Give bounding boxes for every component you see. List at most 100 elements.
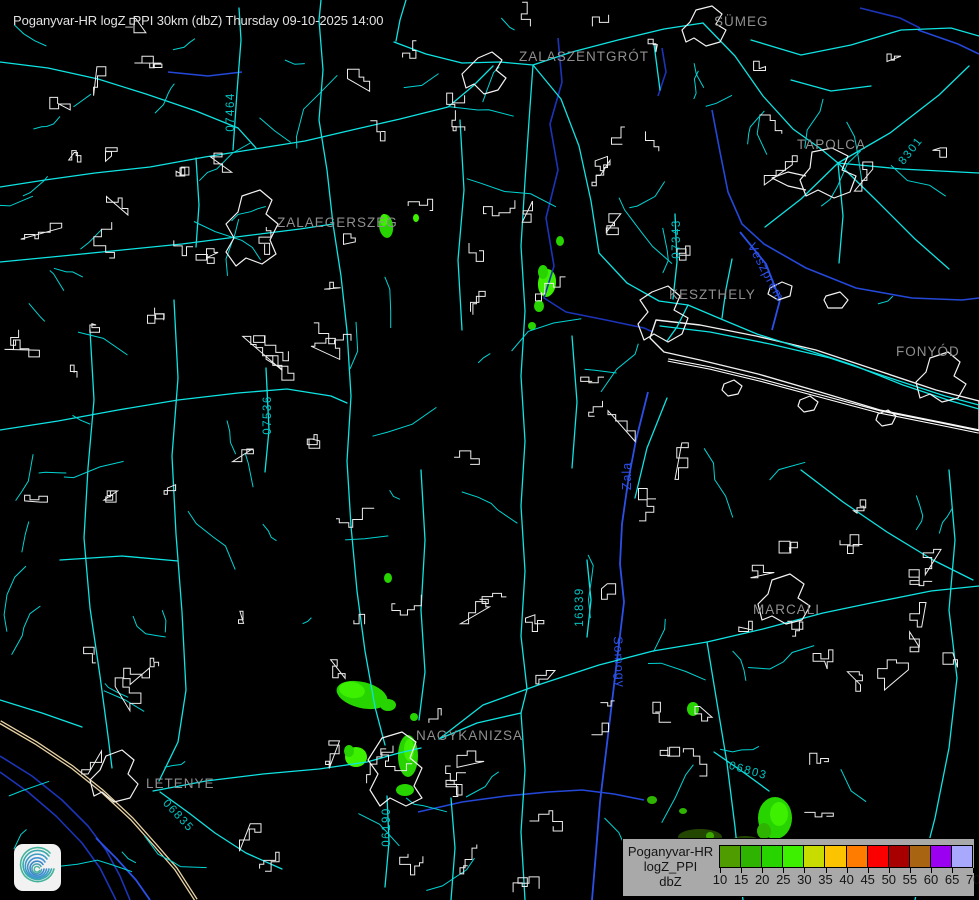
legend-color-10-15 — [720, 846, 741, 867]
minor-road — [448, 107, 513, 117]
minor-road — [350, 322, 358, 369]
legend-color-15-20 — [741, 846, 762, 867]
minor-road — [478, 354, 490, 363]
minor-road — [662, 765, 694, 823]
road-network — [0, 0, 979, 900]
village-outline — [754, 61, 766, 70]
minor-road — [64, 461, 124, 477]
radar-echo — [534, 300, 544, 312]
village-outline — [750, 565, 774, 577]
village-outline — [82, 751, 102, 774]
city-label: FONYÓD — [896, 344, 960, 359]
road-number-label: 07343 — [671, 219, 683, 258]
legend-color-25-30 — [783, 846, 804, 867]
minor-road — [285, 60, 305, 64]
minor-road — [878, 296, 893, 304]
village-outline — [307, 435, 319, 449]
village-outline — [429, 709, 441, 723]
minor-road — [512, 319, 582, 351]
radar-echo — [410, 713, 418, 721]
village-outline — [331, 660, 346, 679]
legend-color-30-35 — [804, 846, 825, 867]
village-outline — [910, 632, 920, 652]
legend-tick-label: 70 — [966, 872, 979, 887]
minor-road — [4, 566, 26, 632]
legend-tick-label: 10 — [713, 872, 727, 887]
legend-color-60-65 — [931, 846, 952, 867]
minor-road — [404, 74, 439, 88]
village-outline — [887, 54, 901, 62]
legend-color-20-25 — [762, 846, 783, 867]
village-outline — [460, 602, 489, 624]
minor-road — [39, 472, 67, 473]
village-outline — [408, 199, 432, 210]
village-outline — [469, 243, 484, 261]
met-spiral-logo — [14, 844, 61, 891]
legend-station-name: Poganyvar-HR — [623, 844, 718, 859]
village-outline — [336, 508, 374, 527]
minor-road — [303, 618, 312, 624]
minor-road — [733, 651, 746, 681]
minor-road — [585, 369, 617, 373]
village-outline — [779, 541, 797, 553]
minor-road — [390, 490, 400, 499]
radar-echo — [344, 745, 354, 757]
village-outline-decor — [5, 2, 958, 892]
village-outline — [311, 338, 340, 359]
village-outline — [134, 56, 162, 67]
legend-tick-label: 40 — [839, 872, 853, 887]
village-outline — [50, 97, 70, 110]
minor-road — [54, 268, 83, 277]
village-outline — [233, 449, 254, 462]
minor-road — [483, 67, 500, 102]
village-outline — [909, 570, 932, 586]
legend-color-55-60 — [910, 846, 931, 867]
road-number-label: 16839 — [574, 587, 586, 626]
minor-road — [841, 769, 866, 802]
village-outline — [106, 148, 118, 162]
village-outline — [107, 197, 128, 216]
city-label: NAGYKANIZSA — [416, 728, 523, 743]
road-number-label: 07536 — [262, 395, 274, 434]
village-outline — [484, 200, 515, 216]
minor-road — [663, 228, 669, 273]
minor-road — [133, 616, 166, 637]
village-outline — [314, 323, 351, 344]
minor-road — [260, 118, 291, 143]
radar-echo — [384, 573, 392, 583]
minor-road — [467, 179, 556, 207]
minor-road — [916, 495, 923, 530]
village-outline — [25, 495, 48, 502]
minor-road — [720, 746, 759, 752]
village-outline — [813, 650, 833, 669]
village-outline — [260, 852, 280, 871]
lake-balaton — [650, 320, 979, 432]
legend-tick-label: 20 — [755, 872, 769, 887]
village-outline — [344, 234, 356, 245]
village-outline — [910, 603, 926, 628]
village-outline — [764, 156, 797, 185]
legend-product-name: logZ_PPI — [623, 859, 718, 874]
legend-color-45-50 — [868, 846, 889, 867]
legend-tick-label: 60 — [924, 872, 938, 887]
village-outline — [176, 167, 189, 176]
minor-road — [462, 492, 518, 523]
village-outline — [606, 214, 621, 235]
minor-road — [706, 95, 732, 106]
minor-road — [501, 18, 514, 30]
city-label: TAPOLCA — [797, 137, 866, 152]
village-outline — [526, 615, 544, 632]
legend-color-scale: 10152025303540455055606570 — [718, 839, 974, 896]
village-outline — [124, 668, 150, 685]
village-outline — [530, 811, 563, 831]
village-outline — [581, 377, 604, 383]
minor-road — [372, 407, 436, 436]
village-outline — [471, 291, 486, 314]
legend-tick-label: 25 — [776, 872, 790, 887]
village-outline — [639, 489, 657, 521]
legend-color-boxes — [719, 845, 973, 868]
minor-road — [757, 115, 767, 155]
legend-text-block: Poganyvar-HR logZ_PPI dbZ — [623, 839, 718, 896]
village-outline — [240, 824, 262, 851]
city-label: SÜMEG — [714, 14, 769, 29]
